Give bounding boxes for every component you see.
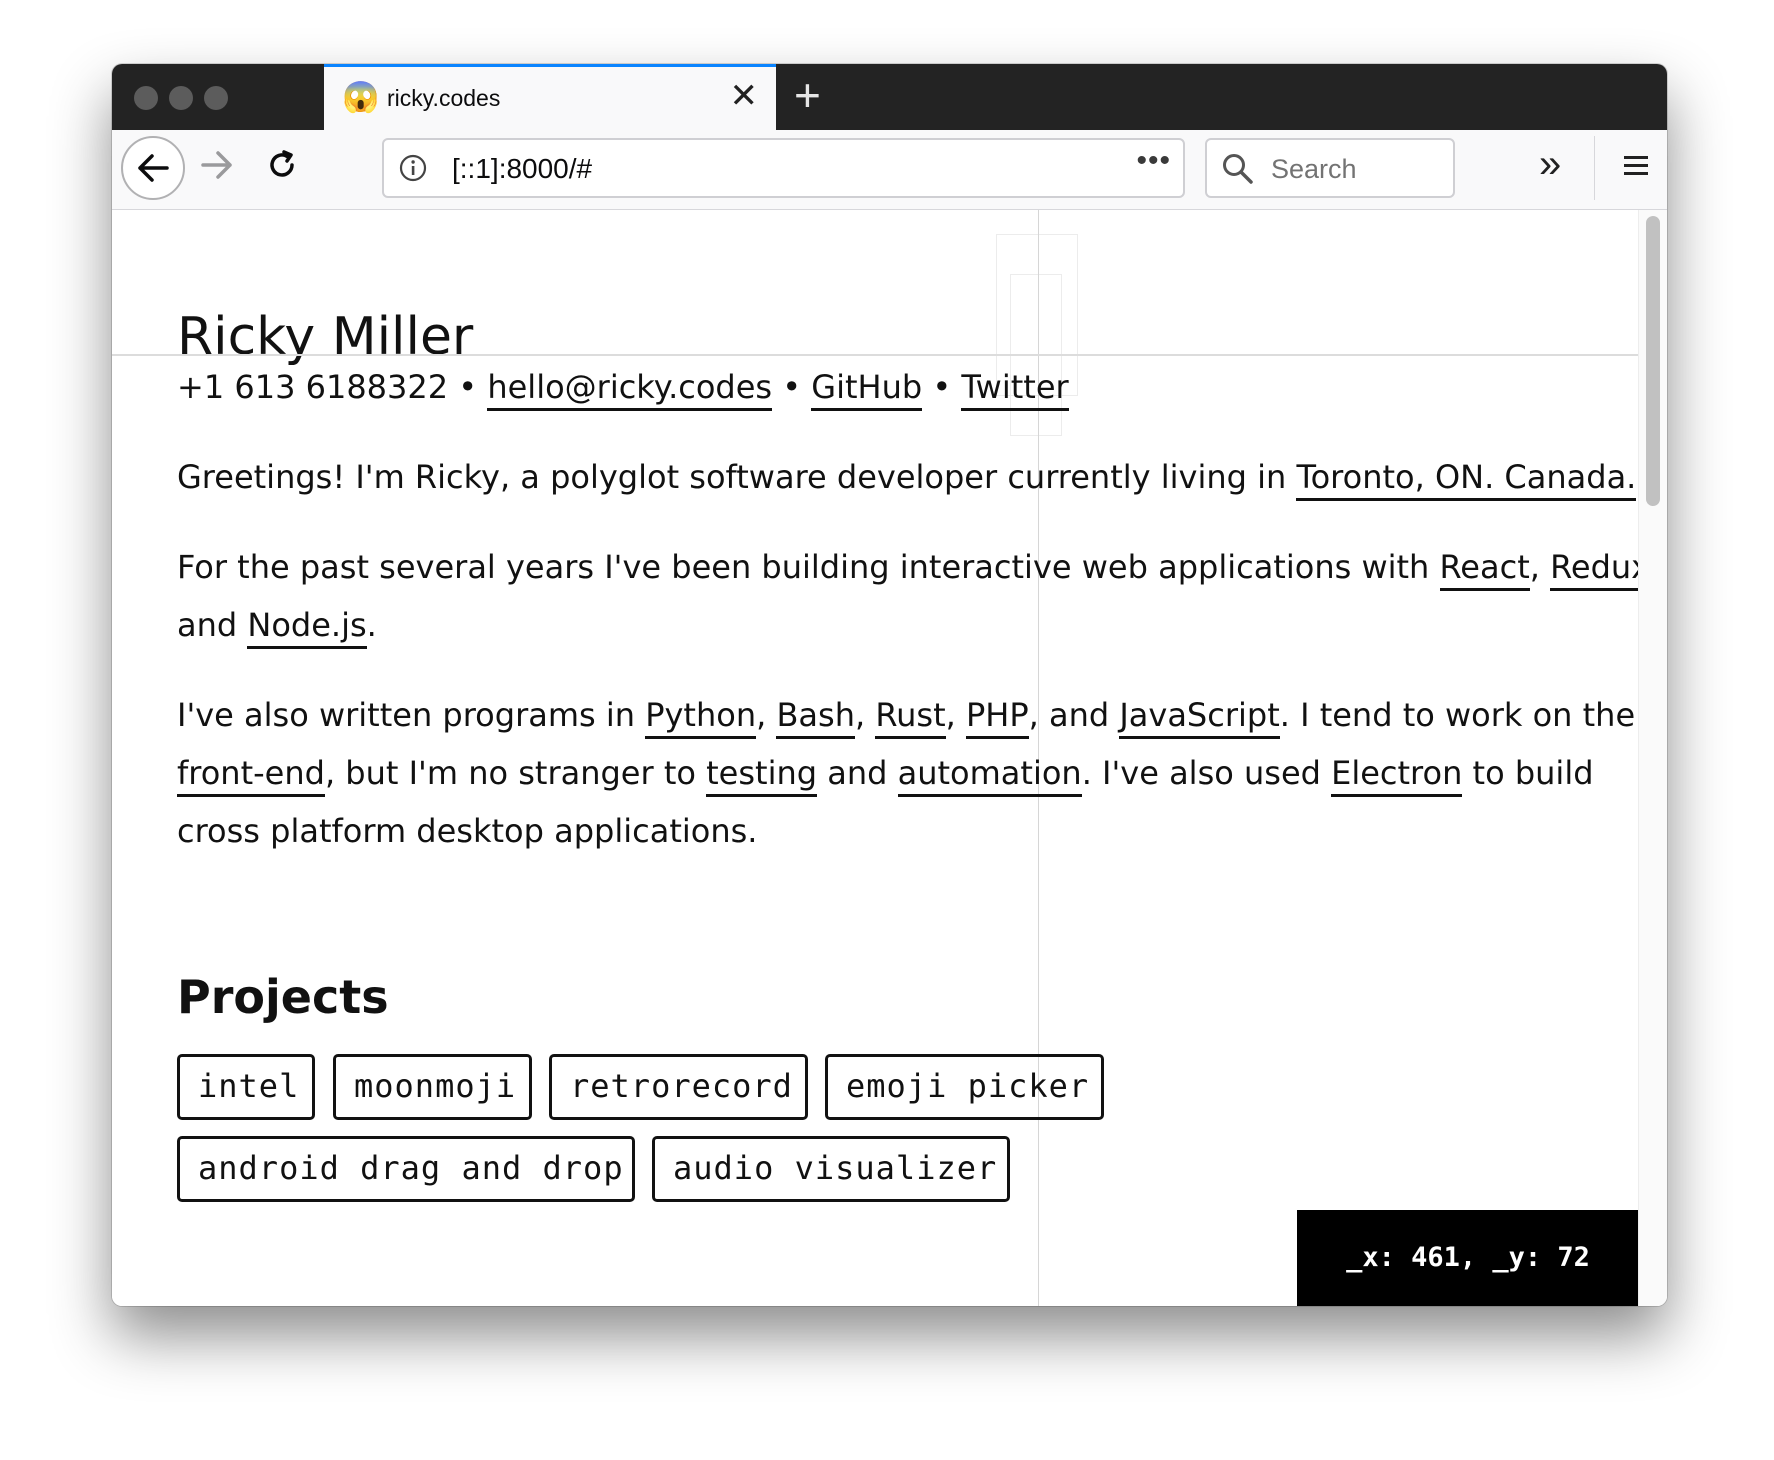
project-chip-audio-visualizer[interactable]: audio visualizer xyxy=(652,1136,1010,1202)
tab-title: ricky.codes xyxy=(387,85,501,111)
close-window-dot[interactable] xyxy=(134,86,158,110)
twitter-link[interactable]: Twitter xyxy=(961,368,1069,411)
separator: • xyxy=(922,368,962,406)
electron-link[interactable]: Electron xyxy=(1331,754,1463,797)
title-divider xyxy=(112,354,1639,356)
project-chip-intel[interactable]: intel xyxy=(177,1054,315,1120)
site-info-icon[interactable] xyxy=(398,153,428,188)
languages-paragraph-line3: cross platform desktop applications. xyxy=(177,812,757,850)
nodejs-link[interactable]: Node.js xyxy=(247,606,367,649)
experience-text: For the past several years I've been bui… xyxy=(177,548,1440,586)
back-arrow-icon xyxy=(138,154,169,182)
languages-paragraph-line2: front-end, but I'm no stranger to testin… xyxy=(177,754,1594,797)
favicon-icon: 😱 xyxy=(342,81,380,114)
languages-text: cross platform desktop applications. xyxy=(177,812,758,850)
languages-text: , and xyxy=(1028,696,1120,734)
redux-link[interactable]: Redux xyxy=(1550,548,1651,591)
back-button[interactable] xyxy=(121,136,185,200)
languages-text: and xyxy=(817,754,898,792)
reload-icon xyxy=(270,150,294,177)
comma: , xyxy=(854,696,876,734)
overflow-chevron-icon[interactable]: » xyxy=(1539,144,1561,184)
languages-text: , but I'm no stranger to xyxy=(324,754,707,792)
nav-toolbar: [::1]:8000/# ••• Search » xyxy=(112,130,1667,210)
project-chip-moonmoji[interactable]: moonmoji xyxy=(333,1054,532,1120)
react-link[interactable]: React xyxy=(1439,548,1530,591)
browser-window: 😱 ricky.codes ✕ + [::1]:8000/# ••• Searc… xyxy=(112,64,1667,1306)
php-link[interactable]: PHP xyxy=(965,696,1029,739)
location-link[interactable]: Toronto, ON. Canada. xyxy=(1296,458,1637,501)
cursor-coordinates-readout: _x: 461, _y: 72 xyxy=(1297,1210,1639,1306)
new-tab-button[interactable]: + xyxy=(794,72,821,118)
intro-paragraph: Greetings! I'm Ricky, a polyglot softwar… xyxy=(177,458,1637,501)
forward-button[interactable] xyxy=(200,150,234,185)
github-link[interactable]: GitHub xyxy=(811,368,923,411)
menu-icon[interactable] xyxy=(1622,152,1650,185)
languages-text: to build xyxy=(1462,754,1594,792)
page-title: Ricky Miller xyxy=(177,306,474,367)
search-placeholder[interactable]: Search xyxy=(1271,154,1357,185)
url-bar[interactable]: [::1]:8000/# ••• xyxy=(382,138,1185,198)
contact-line: +1 613 6188322 • hello@ricky.codes • Git… xyxy=(177,368,1069,411)
minimize-window-dot[interactable] xyxy=(169,86,193,110)
tab-strip: 😱 ricky.codes ✕ + xyxy=(112,64,1667,130)
period: . xyxy=(366,606,377,644)
page-content: Ricky Miller +1 613 6188322 • hello@rick… xyxy=(112,210,1667,1306)
search-icon xyxy=(1221,152,1255,191)
languages-text: . I've also used xyxy=(1081,754,1332,792)
scrollbar-thumb[interactable] xyxy=(1646,216,1660,506)
separator: • xyxy=(772,368,812,406)
automation-link[interactable]: automation xyxy=(897,754,1082,797)
python-link[interactable]: Python xyxy=(645,696,757,739)
search-bar[interactable]: Search xyxy=(1205,138,1455,198)
experience-text: and xyxy=(177,606,248,644)
bash-link[interactable]: Bash xyxy=(776,696,855,739)
forward-arrow-icon xyxy=(201,151,232,179)
intro-text: Greetings! I'm Ricky, a polyglot softwar… xyxy=(177,458,1297,496)
scrollbar-track[interactable] xyxy=(1638,210,1667,1306)
javascript-link[interactable]: JavaScript xyxy=(1119,696,1280,739)
project-chip-emoji-picker[interactable]: emoji picker xyxy=(825,1054,1104,1120)
comma: , xyxy=(1529,548,1551,586)
languages-text: . I tend to work on the xyxy=(1279,696,1636,734)
url-text[interactable]: [::1]:8000/# xyxy=(452,153,592,185)
phone-number: +1 613 6188322 xyxy=(177,368,449,406)
tab-active[interactable]: 😱 ricky.codes ✕ xyxy=(324,64,776,130)
languages-paragraph-line1: I've also written programs in Python, Ba… xyxy=(177,696,1636,739)
comma: , xyxy=(945,696,966,734)
front-end-link[interactable]: front-end xyxy=(177,754,325,797)
separator: • xyxy=(448,368,488,406)
languages-text: I've also written programs in xyxy=(177,696,646,734)
comma: , xyxy=(756,696,777,734)
project-chip-android-drag-and-drop[interactable]: android drag and drop xyxy=(177,1136,635,1202)
reload-button[interactable] xyxy=(265,148,299,187)
toolbar-divider xyxy=(1594,136,1595,200)
page-actions-icon[interactable]: ••• xyxy=(1136,144,1171,178)
project-chip-retrorecord[interactable]: retrorecord xyxy=(549,1054,808,1120)
testing-link[interactable]: testing xyxy=(706,754,818,797)
close-tab-icon[interactable]: ✕ xyxy=(730,79,759,113)
zoom-window-dot[interactable] xyxy=(204,86,228,110)
experience-paragraph-line2: and Node.js. xyxy=(177,606,377,649)
rust-link[interactable]: Rust xyxy=(875,696,946,739)
experience-paragraph-line1: For the past several years I've been bui… xyxy=(177,548,1651,591)
email-link[interactable]: hello@ricky.codes xyxy=(487,368,773,411)
projects-heading: Projects xyxy=(177,970,389,1024)
